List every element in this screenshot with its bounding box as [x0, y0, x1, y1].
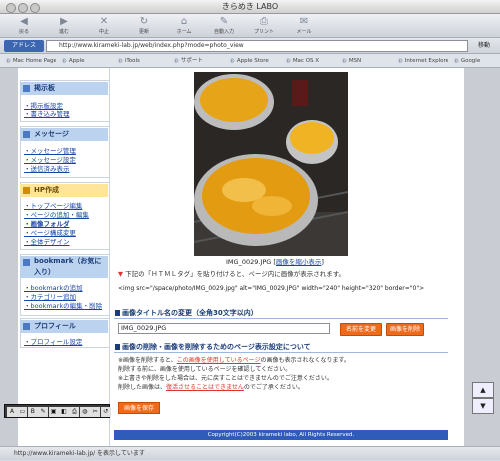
palette-tool-button[interactable]: ◧	[59, 407, 69, 417]
bookmark-item[interactable]: Apple	[62, 54, 112, 67]
sidebar-heading-message: メッセージ	[20, 128, 108, 141]
toolbar-button-label: 中止	[98, 29, 109, 35]
toolbar-button-label: プリント	[253, 29, 274, 35]
sidebar-heading-hp: HP作成	[20, 184, 108, 197]
toolbar-button-label: 戻る	[18, 29, 29, 35]
warning-line-4: 削除した画像は、復活させることはできませんのでご了承ください。	[118, 383, 448, 392]
palette-tool-button[interactable]: A	[7, 407, 17, 417]
palette-tool-button[interactable]: ▭	[17, 407, 28, 417]
delete-image-button[interactable]: 画像を削除	[386, 323, 424, 336]
right-window-strip: ▲ ▼	[464, 68, 500, 446]
toolbar-button-label: メール	[296, 29, 312, 35]
warning-line-2: 削除する前に、画像を使用しているページを確認してください。	[118, 366, 292, 373]
sidebar-heading-bookmark: bookmark（お気に入り）	[20, 256, 108, 278]
bookmark-item[interactable]: Apple Store	[230, 54, 280, 67]
left-window-strip	[0, 68, 18, 446]
web-page: 掲示板 掲示板設定 書き込み管理 メッセージ メッセージ管理 メッセージ設定 送…	[18, 68, 464, 446]
palette-tool-button[interactable]: B	[27, 407, 38, 417]
toolbar-button-print[interactable]: ⎙ プリント	[250, 15, 278, 37]
sidebar-heading-bbs: 掲示板	[20, 82, 108, 95]
tag-note: ▼ 下記の「ＨＴＭＬタグ」を貼り付けると、ページ内に画像が表示されます。	[118, 268, 448, 278]
warning-emphasis: 復活させることはできません	[166, 384, 244, 391]
bookmark-item[interactable]: Mac Home Page	[6, 54, 56, 67]
warning-text: ※画像を削除すると、	[118, 357, 177, 364]
mail-icon: ✉	[299, 16, 309, 27]
sidebar-item-design[interactable]: 全体デザイン	[24, 236, 70, 246]
bookmarks-bar: Mac Home Page Apple iTools サポート Apple Store M…	[0, 54, 500, 68]
sidebar-heading-profile: プロフィール	[20, 320, 108, 333]
palette-tool-button[interactable]: ▣	[48, 407, 59, 417]
bookmark-item[interactable]: iTools	[118, 54, 168, 67]
bookmark-item[interactable]: MSN	[342, 54, 392, 67]
palette-tool-button[interactable]: ◍	[79, 407, 90, 417]
warning-line-3: ※上書きや削除をした場合は、元に戻すことはできませんのでご注意ください。	[118, 375, 333, 382]
warning-text: 削除した画像は、	[118, 384, 167, 391]
sidebar: 掲示板 掲示板設定 書き込み管理 メッセージ メッセージ管理 メッセージ設定 送…	[18, 68, 110, 446]
title-change-heading: 画像タイトル名の変更（全角30文字以内）	[114, 308, 448, 319]
toolbar-button-refresh[interactable]: ↻ 更新	[130, 15, 158, 37]
delete-section-heading: 画像の削除・画像を削除するためのページ表示設定について	[114, 342, 448, 353]
minimize-window-button[interactable]	[18, 3, 28, 13]
refresh-icon: ↻	[139, 16, 149, 27]
window-title: きらめき LABO	[221, 2, 279, 11]
stop-icon: ✕	[99, 16, 109, 27]
warning-line-1: ※画像を削除すると、この画像を使用しているページの画像も表示されなくなります。	[118, 356, 448, 365]
sidebar-item-message-sent[interactable]: 送信済み表示	[24, 163, 70, 173]
palette-tool-button[interactable]: ↺	[100, 407, 111, 417]
toolbar-button-stop[interactable]: ✕ 中止	[90, 15, 118, 37]
print-icon: ⎙	[260, 16, 268, 27]
forward-arrow-icon: ▶	[60, 16, 68, 27]
back-arrow-icon: ◀	[20, 16, 28, 27]
toolbar-button-forward-arrow[interactable]: ▶ 進む	[50, 15, 78, 37]
bookmark-item[interactable]: Google	[454, 54, 500, 67]
autofill-icon: ✎	[219, 16, 229, 27]
toolbar-button-autofill[interactable]: ✎ 自動入力	[210, 15, 238, 37]
home-icon: ⌂	[180, 16, 188, 27]
photo-filename: IMG_0029.JPG	[226, 258, 272, 266]
warning-text: のでご了承ください。	[243, 384, 304, 391]
note-marker: ▼	[118, 270, 123, 278]
window-title-bar: きらめき LABO	[0, 0, 500, 14]
page-footer: Copyright(C)2003 kirameki labo, All Righ…	[114, 430, 448, 440]
zoom-window-button[interactable]	[30, 3, 40, 13]
save-image-button[interactable]: 画像を保存	[118, 402, 160, 414]
scroll-down-icon[interactable]: ▼	[472, 398, 494, 414]
toolbar-button-mail[interactable]: ✉ メール	[290, 15, 318, 37]
status-bar: http://www.kirameki-lab.jp/ を表示しています	[0, 446, 500, 460]
url-input[interactable]: http://www.kirameki-lab.jp/web/index.php…	[46, 40, 468, 52]
address-bar: アドレス http://www.kirameki-lab.jp/web/inde…	[0, 38, 500, 54]
close-window-button[interactable]	[6, 3, 16, 13]
image-title-input[interactable]: IMG_0029.JPG	[118, 323, 330, 334]
toolbar-button-label: ホーム	[176, 29, 192, 35]
rename-button[interactable]: 名前を変更	[340, 323, 382, 336]
bookmark-item[interactable]: Internet Explorer	[398, 54, 448, 67]
sidebar-item-bbs-posts[interactable]: 書き込み管理	[24, 108, 70, 118]
address-label: アドレス	[4, 40, 44, 52]
toolbar-button-label: 進む	[58, 29, 69, 35]
toolbar-button-back-arrow[interactable]: ◀ 戻る	[10, 15, 38, 37]
sidebar-item-bookmark-edit[interactable]: bookmarkの編集・削除	[24, 300, 103, 310]
sidebar-item-profile-settings[interactable]: プロフィール設定	[24, 336, 83, 346]
browser-toolbar: ◀ 戻る ▶ 進む ✕ 中止 ↻ 更新 ⌂ ホーム ✎ 自動入力 ⎙ プリント ✉ メール	[0, 14, 500, 38]
scroll-up-icon[interactable]: ▲	[472, 382, 494, 398]
toolbar-button-label: 自動入力	[213, 29, 234, 35]
bookmark-item[interactable]: Mac OS X	[286, 54, 336, 67]
toolbar-button-home[interactable]: ⌂ ホーム	[170, 15, 198, 37]
palette-tool-button[interactable]: ✎	[38, 407, 49, 417]
photo-shrink-link[interactable]: 画像を縮小表示	[276, 258, 322, 266]
floating-tool-palette: A ▭ B ✎ ▣ ◧ ⎙ ◍ ✂ ↺	[4, 404, 111, 418]
bookmark-item[interactable]: サポート	[174, 54, 224, 67]
photo-caption: IMG_0029.JPG [画像を縮小表示]	[226, 258, 324, 266]
delete-warning: ※画像を削除すると、この画像を使用しているページの画像も表示されなくなります。 …	[118, 356, 448, 392]
food-photo	[194, 72, 348, 256]
html-tag-code[interactable]: <img src="/space/photo/IMG_0029.jpg" alt…	[118, 282, 448, 300]
go-button[interactable]: 移動	[472, 40, 496, 52]
warning-link[interactable]: この画像を使用しているページ	[177, 357, 261, 364]
toolbar-button-label: 更新	[138, 29, 149, 35]
warning-text: の画像も表示されなくなります。	[260, 357, 350, 364]
palette-tool-button[interactable]: ✂	[90, 407, 101, 417]
palette-tool-button[interactable]: ⎙	[69, 407, 80, 417]
note-text: 下記の「ＨＴＭＬタグ」を貼り付けると、ページ内に画像が表示されます。	[125, 270, 346, 278]
